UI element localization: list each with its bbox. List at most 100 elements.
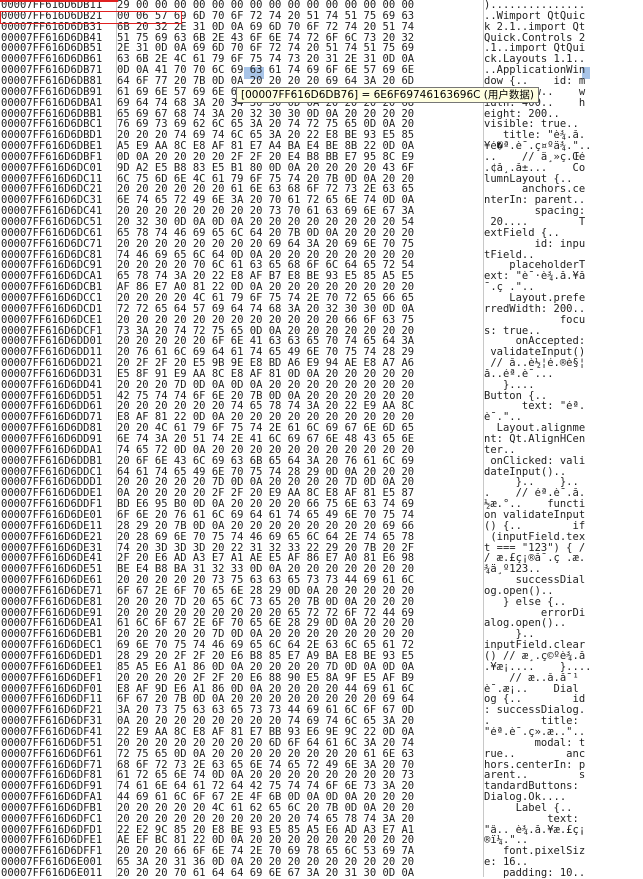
hex-row[interactable]: 00007FF616D6DE11 28 29 20 7B 0D 0A 20 20 … xyxy=(0,520,643,532)
row-ascii[interactable]: font.pixelSiz xyxy=(484,846,643,857)
row-ascii[interactable]: title: "è¾.å. xyxy=(484,130,643,141)
hex-row[interactable]: 00007FF616D6DC01 9D A2 E5 B8 83 E5 B1 80 … xyxy=(0,162,643,174)
hex-row[interactable]: 00007FF616D6DCD1 72 72 65 64 57 69 64 74 … xyxy=(0,303,643,315)
row-hex-bytes[interactable]: 72 72 65 64 57 69 64 74 68 3A 20 32 30 3… xyxy=(117,303,487,315)
row-ascii[interactable]: tandardButtons: xyxy=(484,781,643,792)
row-ascii[interactable]: } else {.. xyxy=(484,597,643,608)
row-ascii[interactable]: .¢å¸.å±... Co xyxy=(484,163,643,174)
row-ascii[interactable]: ®ï¼.".. xyxy=(484,835,643,846)
row-ascii[interactable]: validateInput() xyxy=(484,347,643,358)
row-ascii[interactable]: // æ..å.å¯¹ xyxy=(484,673,643,684)
row-ascii[interactable]: () {.. if xyxy=(484,521,643,532)
row-ascii[interactable]: .¥æ¡.... }.... xyxy=(484,662,643,673)
row-ascii[interactable]: è¯.".. xyxy=(484,412,643,423)
row-ascii[interactable]: onAccepted: xyxy=(484,336,643,347)
row-ascii[interactable]: "éª.è¯.ç».æ..".. xyxy=(484,727,643,738)
hex-row[interactable]: 00007FF616D6DE21 20 28 69 6E 70 75 74 46 … xyxy=(0,531,643,543)
hex-row[interactable]: 00007FF616D6DDB1 20 6F 6E 43 6C 69 63 6B … xyxy=(0,455,643,467)
row-ascii[interactable]: Quick.Controls 2 xyxy=(484,33,643,44)
row-hex-bytes[interactable]: 20 20 20 7D 20 65 6C 73 65 20 7B 0D 0A 2… xyxy=(117,596,487,608)
row-hex-bytes[interactable]: 20 20 20 70 61 64 64 69 6E 67 3A 20 31 3… xyxy=(117,868,487,879)
row-ascii[interactable]: : successDialog. xyxy=(484,705,643,716)
row-ascii[interactable]: (inputField.tex xyxy=(484,532,643,543)
row-ascii[interactable]: Layout.alignme xyxy=(484,423,643,434)
row-ascii[interactable]: ¾ä¸º123.. xyxy=(484,564,643,575)
row-ascii[interactable]: 20.... T xyxy=(484,217,643,228)
hex-row[interactable]: 00007FF616D6DC71 20 20 20 20 20 20 20 20 … xyxy=(0,238,643,250)
row-ascii[interactable]: tField.. xyxy=(484,250,643,261)
row-ascii[interactable]: nt: Qt.AlignHCen xyxy=(484,434,643,445)
hex-row[interactable]: 00007FF616D6DEF1 20 20 20 20 2F 2F 20 E6 … xyxy=(0,672,643,684)
row-hex-bytes[interactable]: 9D A2 E5 B8 83 E5 B1 80 0D 0A 20 20 20 2… xyxy=(117,162,487,174)
row-ascii[interactable]: focu xyxy=(484,315,643,326)
hex-dump-view[interactable]: 00007FF616D6DB11 29 00 00 00 00 00 00 00 … xyxy=(0,0,643,879)
row-ascii[interactable]: extField {.. xyxy=(484,228,643,239)
row-ascii[interactable]: visible: true.. xyxy=(484,119,643,130)
row-ascii[interactable]: og {.. id xyxy=(484,694,643,705)
row-ascii[interactable]: Button {.. xyxy=(484,391,643,402)
row-ascii[interactable]: t === "123") { / xyxy=(484,543,643,554)
hex-row[interactable]: 00007FF616D6DCE1 20 20 20 20 20 20 20 20 … xyxy=(0,314,643,326)
row-ascii[interactable]: inputField.clear xyxy=(484,640,643,651)
hex-row[interactable]: 00007FF616D6DFC1 20 20 20 20 20 20 20 20 … xyxy=(0,813,643,825)
row-ascii[interactable]: rue.. anc xyxy=(484,749,643,760)
row-ascii[interactable]: Layout.prefe xyxy=(484,293,643,304)
row-hex-bytes[interactable]: 20 28 69 6E 70 75 74 46 69 65 6C 64 2E 7… xyxy=(117,531,487,543)
row-ascii[interactable]: .1..import QtQui xyxy=(484,43,643,54)
row-ascii[interactable]: è¯.æ¡.. Dial xyxy=(484,684,643,695)
hex-row[interactable]: 00007FF616D6E011 20 20 20 70 61 64 64 69 … xyxy=(0,868,643,879)
row-ascii[interactable]: text: xyxy=(484,814,643,825)
row-ascii[interactable]: . title: xyxy=(484,716,643,727)
hex-row[interactable]: 00007FF616D6DB31 6B 20 32 2E 31 0D 0A 69 … xyxy=(0,21,643,33)
row-ascii[interactable]: successDial xyxy=(484,575,643,586)
row-ascii[interactable]: hors.centerIn: p xyxy=(484,760,643,771)
row-hex-bytes[interactable]: 6B 20 32 2E 31 0D 0A 69 6D 70 6F 72 74 2… xyxy=(117,21,487,33)
row-ascii[interactable]: ter.. xyxy=(484,445,643,456)
hex-row[interactable]: 00007FF616D6DF61 72 75 65 0D 0A 20 20 20 … xyxy=(0,748,643,760)
row-ascii[interactable]: dateInput().. xyxy=(484,467,643,478)
row-ascii[interactable]: ¯.ç .".. xyxy=(484,282,643,293)
row-ascii[interactable]: Dialog.Ok.... xyxy=(484,792,643,803)
row-hex-bytes[interactable]: 20 20 20 20 20 20 20 20 20 20 74 65 78 7… xyxy=(117,813,487,825)
row-ascii[interactable]: padding: 10.. xyxy=(484,868,643,879)
row-ascii[interactable]: onClicked: vali xyxy=(484,456,643,467)
row-ascii[interactable]: eight: 200.. xyxy=(484,109,643,120)
row-ascii[interactable]: id: inpu xyxy=(484,239,643,250)
row-ascii[interactable]: // å..è½¦é.®è§¦ xyxy=(484,358,643,369)
row-ascii[interactable]: rredWidth: 200.. xyxy=(484,304,643,315)
row-ascii[interactable]: ext: "è¯·è¾.å.¥å xyxy=(484,271,643,282)
row-ascii[interactable]: () // æ¸.ç©ºè¾.å xyxy=(484,651,643,662)
row-ascii[interactable]: ck.Layouts 1.1.. xyxy=(484,54,643,65)
row-hex-bytes[interactable]: 20 20 20 20 20 20 20 20 6D 6F 64 61 6C 3… xyxy=(117,737,487,749)
row-hex-bytes[interactable]: 28 29 20 7B 0D 0A 20 20 20 20 20 20 20 2… xyxy=(117,520,487,532)
row-ascii[interactable]: / æ.£ç¡®å¯.ç .æ. xyxy=(484,553,643,564)
row-hex-bytes[interactable]: 20 20 20 20 20 20 20 20 20 20 20 20 66 6… xyxy=(117,314,487,326)
row-ascii[interactable]: nterIn: parent.. xyxy=(484,195,643,206)
row-ascii[interactable]: ..Wimport QtQuic xyxy=(484,11,643,22)
row-ascii[interactable]: on validateInput xyxy=(484,510,643,521)
row-ascii[interactable]: }.. }.. xyxy=(484,477,643,488)
row-ascii[interactable]: anchors.ce xyxy=(484,184,643,195)
row-ascii[interactable]: å..éª.è¯... xyxy=(484,369,643,380)
row-ascii[interactable]: modal: t xyxy=(484,738,643,749)
row-hex-bytes[interactable]: 20 20 20 7D 0D 0A 0D 0A 20 20 20 20 20 2… xyxy=(117,379,487,391)
row-ascii[interactable]: Label {.. xyxy=(484,803,643,814)
row-ascii[interactable]: errorDi xyxy=(484,608,643,619)
row-ascii[interactable]: s: true.. xyxy=(484,326,643,337)
row-ascii[interactable]: .. // ä¸»ç.Œé xyxy=(484,152,643,163)
row-hex-bytes[interactable]: 72 75 65 0D 0A 20 20 20 20 20 20 20 20 6… xyxy=(117,748,487,760)
row-ascii[interactable]: lumnLayout {.. xyxy=(484,174,643,185)
row-ascii[interactable]: ¥é�ª.è¯.ç¤ºä¾.".. xyxy=(484,141,643,152)
row-ascii[interactable]: placeholderT xyxy=(484,260,643,271)
row-hex-bytes[interactable]: 20 20 20 20 20 20 20 20 69 64 3A 20 69 6… xyxy=(117,238,487,250)
hex-row[interactable]: 00007FF616D6DF51 20 20 20 20 20 20 20 20 … xyxy=(0,737,643,749)
row-ascii[interactable]: )............... xyxy=(484,0,643,11)
row-ascii[interactable]: }.... xyxy=(484,380,643,391)
row-ascii[interactable]: spacing: xyxy=(484,206,643,217)
row-ascii[interactable]: text: "éª. xyxy=(484,401,643,412)
row-ascii[interactable]: k 2.1..import Qt xyxy=(484,22,643,33)
row-ascii[interactable]: ½æ.°.. functi xyxy=(484,499,643,510)
row-ascii[interactable]: . // éª.è¯.å. xyxy=(484,488,643,499)
row-ascii[interactable]: arent.. s xyxy=(484,770,643,781)
row-ascii[interactable]: og.open().. xyxy=(484,586,643,597)
